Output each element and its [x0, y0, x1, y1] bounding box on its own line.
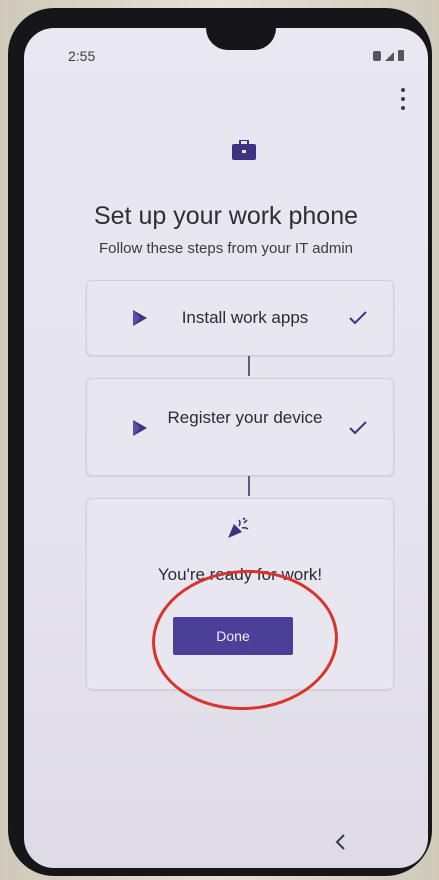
signal-icon — [385, 52, 394, 61]
chevron-left-icon — [335, 834, 345, 850]
battery-icon — [398, 50, 404, 61]
more-options-icon[interactable] — [398, 88, 408, 110]
ready-card: You're ready for work! Done — [86, 498, 394, 690]
briefcase-icon — [232, 140, 256, 160]
step-card-install-apps: Install work apps — [86, 280, 394, 356]
phone-screen: 2:55 Set up your work phone Follow these… — [24, 28, 428, 868]
step-connector — [248, 476, 250, 496]
navigation-bar — [24, 820, 428, 868]
ready-message: You're ready for work! — [157, 565, 323, 584]
party-popper-icon — [228, 517, 249, 538]
checkmark-icon — [349, 311, 367, 325]
status-icons — [373, 50, 404, 61]
done-button[interactable]: Done — [173, 617, 293, 655]
back-button[interactable] — [328, 830, 352, 854]
status-time: 2:55 — [68, 48, 96, 64]
page-subtitle: Follow these steps from your IT admin — [99, 240, 353, 257]
play-store-icon — [133, 310, 147, 326]
play-store-icon — [133, 420, 147, 436]
step-label: Install work apps — [181, 308, 309, 327]
step-connector — [248, 356, 250, 376]
phone-frame: 2:55 Set up your work phone Follow these… — [8, 8, 432, 876]
checkmark-icon — [349, 421, 367, 435]
step-label: Register your device — [167, 408, 323, 427]
wifi-icon — [373, 51, 381, 61]
camera-notch — [206, 28, 276, 50]
step-card-register-device: Register your device — [86, 378, 394, 476]
page-title: Set up your work phone — [93, 202, 359, 230]
